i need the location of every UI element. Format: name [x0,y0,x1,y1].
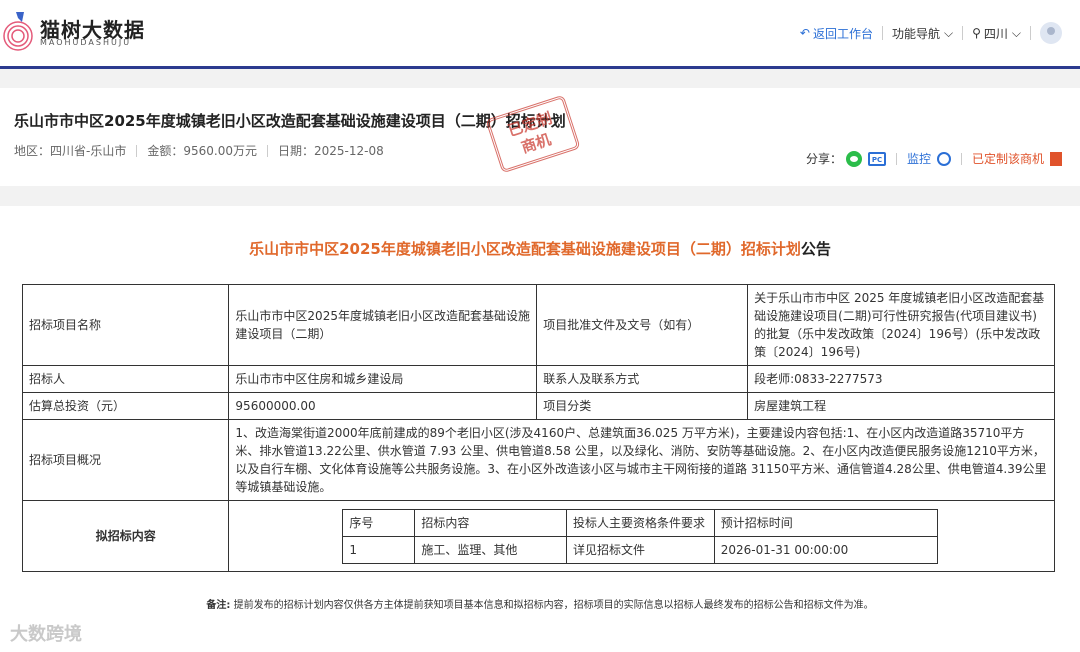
function-nav-menu[interactable]: 功能导航 [892,25,940,42]
amount-label: 金额： [147,144,184,158]
region-value: 四川省-乐山市 [50,144,127,158]
announcement-content: 乐山市市中区2025年度城镇老旧小区改造配套基础设施建设项目（二期）招标计划公告… [0,206,1080,652]
project-info-table: 招标项目名称 乐山市市中区2025年度城镇老旧小区改造配套基础设施建设项目（二期… [21,284,1055,572]
back-to-workbench-link[interactable]: 返回工作台 [813,25,873,42]
share-divider [960,152,962,165]
table-cell-label: 招标人 [21,365,230,393]
announcement-title: 乐山市市中区2025年度城镇老旧小区改造配套基础设施建设项目（二期）招标计划公告 [0,238,1080,259]
region-label: 地区： [14,144,51,158]
subscribed-stamp: 已定制 商机 [485,94,581,174]
note-label: 备注: [206,600,231,611]
table-cell-value: 乐山市市中区住房和城乡建设局 [228,365,538,393]
page-title: 乐山市市中区2025年度城镇老旧小区改造配套基础设施建设项目（二期）招标计划 [14,112,566,130]
share-bar: 分享： PC 监控 已定制该商机 [806,150,1062,167]
table-cell-label: 估算总投资（元） [21,392,230,420]
table-row: 拟招标内容 序号 招标内容 投标人主要资格条件要求 预计招标时间 1 施工、监理… [21,500,1055,572]
bookmark-icon[interactable] [1050,151,1062,166]
project-meta: 地区： 四川省-乐山市 金额： 9560.00万元 日期： 2025-12-08 [14,142,384,159]
share-label: 分享： [805,152,842,166]
table-row: 招标项目名称 乐山市市中区2025年度城镇老旧小区改造配套基础设施建设项目（二期… [21,284,1055,366]
inner-data-row: 1 施工、监理、其他 详见招标文件 2026-01-31 00:00:00 [342,535,939,564]
table-cell-label: 拟招标内容 [21,500,230,572]
inner-cell: 详见招标文件 [566,535,715,564]
inner-cell: 施工、监理、其他 [414,535,568,564]
pc-icon[interactable]: PC [867,151,886,166]
table-row: 估算总投资（元） 95600000.00 项目分类 房屋建筑工程 [21,392,1055,420]
table-row: 招标人 乐山市市中区住房和城乡建设局 联系人及联系方式 段老师:0833-227… [21,365,1055,393]
meta-divider [267,144,268,157]
table-cell-value: 关于乐山市市中区 2025 年度城镇老旧小区改造配套基础设施建设项目(二期)可行… [747,284,1055,366]
announcement-title-suffix: 公告 [800,240,831,258]
avatar[interactable] [1040,22,1062,44]
inner-header-row: 序号 招标内容 投标人主要资格条件要求 预计招标时间 [342,508,939,537]
table-cell-value: 乐山市市中区2025年度城镇老旧小区改造配套基础设施建设项目（二期） [228,284,538,366]
table-cell-value: 房屋建筑工程 [747,392,1055,420]
announcement-title-main: 乐山市市中区2025年度城镇老旧小区改造配套基础设施建设项目（二期）招标计划 [249,240,801,258]
chevron-down-icon[interactable]: ⌵ [1012,26,1021,41]
monitor-link[interactable]: 监控 [907,150,931,167]
top-bar: 猫树大数据 MAOHUDASHUJU ↶ 返回工作台 功能导航 ⌵ ⚲ 四川 ⌵ [0,0,1080,69]
top-nav: ↶ 返回工作台 功能导航 ⌵ ⚲ 四川 ⌵ [800,22,1062,44]
region-selector[interactable]: 四川 [984,25,1008,42]
project-header: 乐山市市中区2025年度城镇老旧小区改造配套基础设施建设项目（二期）招标计划 已… [0,88,1080,186]
inner-header-cell: 投标人主要资格条件要求 [566,508,715,537]
chevron-down-icon[interactable]: ⌵ [944,26,953,41]
table-cell-label: 联系人及联系方式 [536,365,749,393]
project-overview: 1、改造海棠街道2000年底前建成的89个老旧小区(涉及4160户、总建筑面36… [228,419,1055,501]
table-cell-label: 项目分类 [536,392,749,420]
subscribed-link[interactable]: 已定制该商机 [972,150,1044,167]
note-text: 提前发布的招标计划内容仅供各方主体提前获知项目基本信息和拟招标内容，招标项目的实… [233,600,874,611]
inner-header-cell: 预计招标时间 [713,508,939,537]
inner-cell: 2026-01-31 00:00:00 [713,535,939,564]
wechat-icon[interactable] [845,150,862,167]
table-cell-label: 项目批准文件及文号（如有） [536,284,749,366]
disclaimer-note: 备注: 提前发布的招标计划内容仅供各方主体提前获知项目基本信息和拟招标内容，招标… [0,596,1080,611]
tender-content-cell: 序号 招标内容 投标人主要资格条件要求 预计招标时间 1 施工、监理、其他 详见… [228,500,1055,572]
nav-divider [962,26,964,40]
share-divider [895,152,897,165]
tender-content-table: 序号 招标内容 投标人主要资格条件要求 预计招标时间 1 施工、监理、其他 详见… [342,508,939,564]
back-icon[interactable]: ↶ [800,26,810,40]
table-cell-label: 招标项目概况 [21,419,230,501]
table-cell-label: 招标项目名称 [21,284,230,366]
table-cell-value: 段老师:0833-2277573 [747,365,1055,393]
logo-icon [3,12,33,51]
nav-divider [881,26,883,40]
inner-cell: 1 [342,535,416,564]
brand-subtitle: MAOHUDASHUJU [40,38,132,47]
meta-divider [136,144,138,157]
table-cell-value: 95600000.00 [228,392,538,420]
monitor-icon[interactable] [936,151,951,166]
table-row: 招标项目概况 1、改造海棠街道2000年底前建成的89个老旧小区(涉及4160户… [21,419,1055,501]
watermark: 大数跨境 [10,624,82,645]
nav-divider [1030,26,1031,40]
amount-value: 9560.00万元 [183,144,257,158]
date-label: 日期： [278,144,315,158]
inner-header-cell: 招标内容 [414,508,568,537]
location-pin-icon: ⚲ [972,26,981,40]
inner-header-cell: 序号 [342,508,416,537]
date-value: 2025-12-08 [314,143,384,158]
